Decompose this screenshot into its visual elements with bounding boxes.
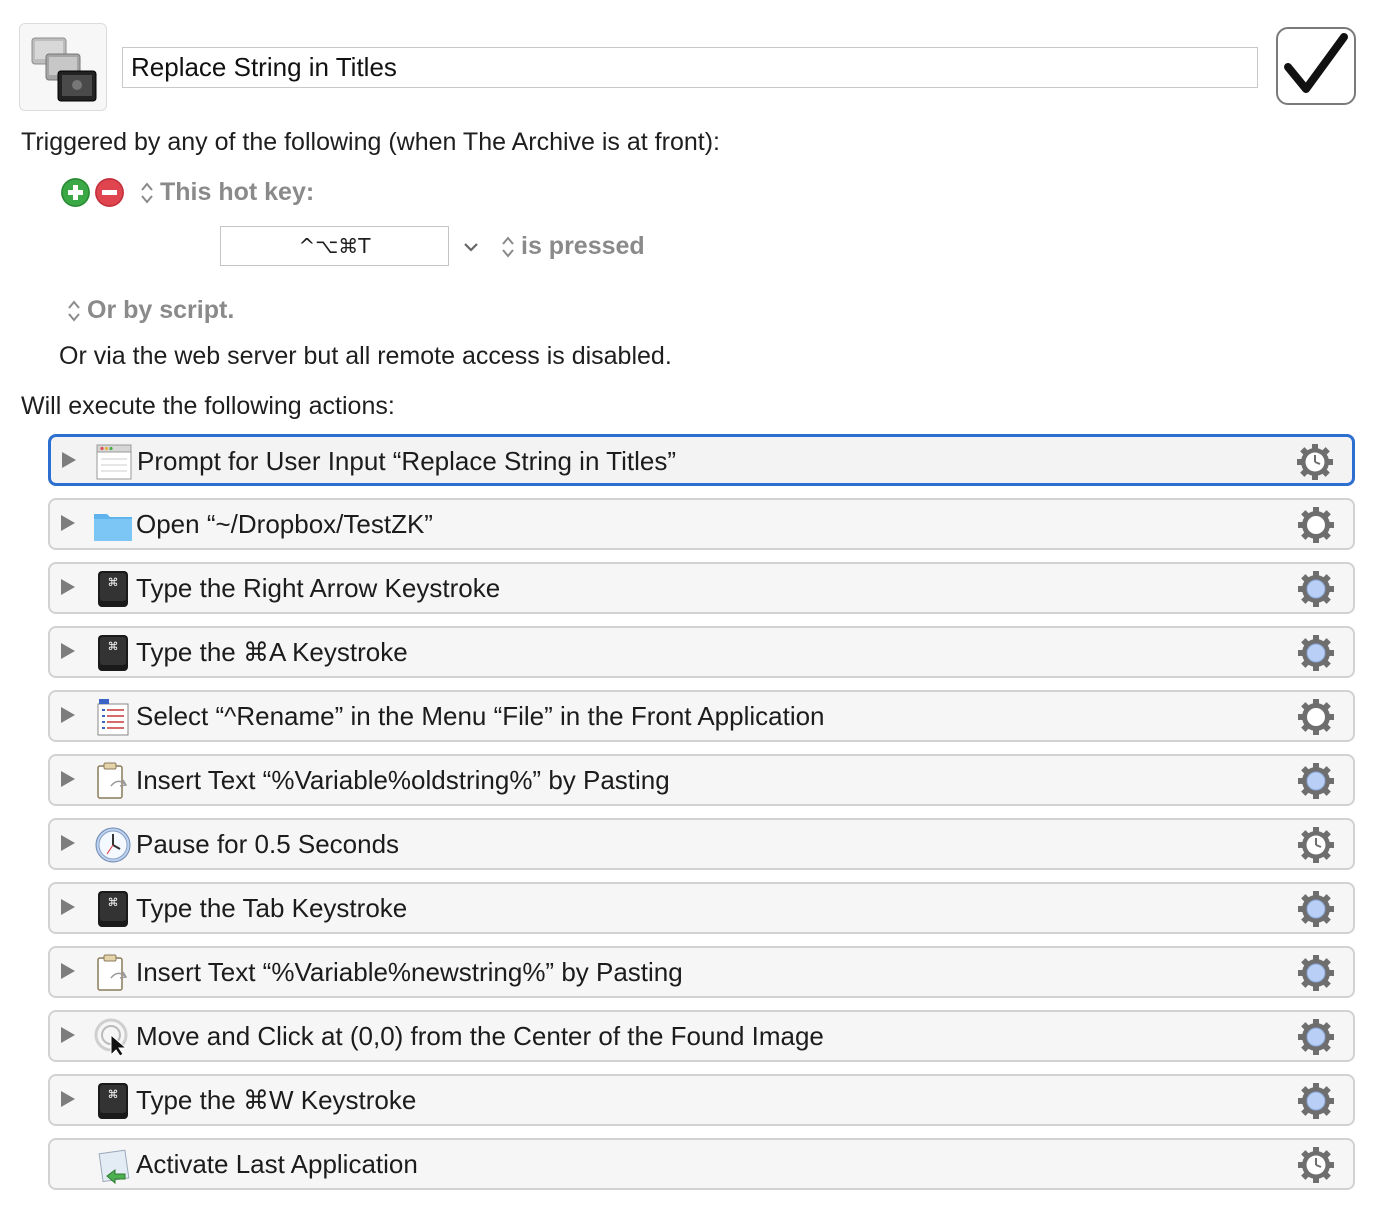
disclosure-triangle-icon[interactable] xyxy=(61,1091,75,1107)
gear-icon[interactable] xyxy=(1297,1018,1335,1056)
click-target-icon xyxy=(93,1018,133,1057)
window-icon xyxy=(94,443,134,481)
action-label: Type the ⌘A Keystroke xyxy=(136,637,408,667)
action-row[interactable]: ⌘ Type the Right Arrow Keystroke xyxy=(48,562,1355,614)
disclosure-triangle-icon[interactable] xyxy=(61,771,75,787)
disclosure-triangle-icon[interactable] xyxy=(61,515,75,531)
gear-icon[interactable] xyxy=(1297,634,1335,672)
folder-icon xyxy=(93,506,133,544)
action-row[interactable]: Prompt for User Input “Replace String in… xyxy=(48,434,1355,486)
action-row[interactable]: Move and Click at (0,0) from the Center … xyxy=(48,1010,1355,1062)
action-row[interactable]: Activate Last Application xyxy=(48,1138,1355,1190)
command-key-icon: ⌘ xyxy=(93,890,133,928)
action-label: Open “~/Dropbox/TestZK” xyxy=(136,509,433,539)
disclosure-triangle-icon[interactable] xyxy=(61,643,75,659)
action-label: Type the ⌘W Keystroke xyxy=(136,1085,417,1115)
action-row[interactable]: Insert Text “%Variable%oldstring%” by Pa… xyxy=(48,754,1355,806)
action-label: Type the Tab Keystroke xyxy=(136,893,408,923)
action-row[interactable]: ⌘ Type the ⌘W Keystroke xyxy=(48,1074,1355,1126)
hotkey-condition-label: is pressed xyxy=(521,232,645,260)
or-by-script-popup[interactable]: Or by script. xyxy=(67,296,234,325)
trigger-type-popup[interactable]: This hot key: xyxy=(140,178,314,207)
remove-trigger-button[interactable] xyxy=(95,178,124,207)
web-server-note: Or via the web server but all remote acc… xyxy=(59,342,672,370)
clipboard-icon xyxy=(93,762,133,800)
actions-heading: Will execute the following actions: xyxy=(21,392,395,420)
gear-icon[interactable] xyxy=(1297,506,1335,544)
enabled-checkbox[interactable] xyxy=(1276,27,1356,105)
action-label: Activate Last Application xyxy=(136,1149,418,1179)
or-by-script-label: Or by script. xyxy=(87,296,235,324)
action-label: Select “^Rename” in the Menu “File” in t… xyxy=(136,701,825,731)
svg-text:⌘: ⌘ xyxy=(108,640,119,653)
stepper-icon xyxy=(68,300,80,322)
minus-icon xyxy=(95,178,124,207)
action-label: Prompt for User Input “Replace String in… xyxy=(137,446,676,476)
macro-icon[interactable] xyxy=(19,23,107,111)
disclosure-triangle-icon[interactable] xyxy=(61,579,75,595)
macro-name-field[interactable]: Replace String in Titles xyxy=(122,47,1258,88)
clock-icon xyxy=(93,826,133,864)
action-label: Type the Right Arrow Keystroke xyxy=(136,573,501,603)
disclosure-triangle-icon[interactable] xyxy=(62,452,76,468)
hotkey-condition-popup[interactable]: is pressed xyxy=(501,232,645,261)
action-label: Pause for 0.5 Seconds xyxy=(136,829,400,859)
disclosure-triangle-icon[interactable] xyxy=(61,963,75,979)
action-row[interactable]: ⌘ Type the Tab Keystroke xyxy=(48,882,1355,934)
plus-icon xyxy=(61,178,90,207)
svg-text:⌘: ⌘ xyxy=(108,1088,119,1101)
clipboard-icon xyxy=(93,954,133,992)
action-row[interactable]: ⌘ Type the ⌘A Keystroke xyxy=(48,626,1355,678)
action-label: Insert Text “%Variable%oldstring%” by Pa… xyxy=(136,765,670,795)
hotkey-field[interactable]: ^⌥⌘T xyxy=(220,226,449,266)
gear-icon[interactable] xyxy=(1297,762,1335,800)
command-key-icon: ⌘ xyxy=(93,1082,133,1120)
svg-text:⌘: ⌘ xyxy=(108,896,119,909)
stepper-icon xyxy=(502,236,514,258)
triggers-heading: Triggered by any of the following (when … xyxy=(21,128,720,156)
disclosure-triangle-icon[interactable] xyxy=(61,899,75,915)
disclosure-triangle-icon[interactable] xyxy=(61,1027,75,1043)
checkmark-icon xyxy=(1284,33,1348,93)
stepper-icon xyxy=(141,182,153,204)
menu-list-icon xyxy=(93,698,133,736)
svg-text:⌘: ⌘ xyxy=(108,576,119,589)
add-trigger-button[interactable] xyxy=(61,178,90,207)
gear-icon[interactable] xyxy=(1297,570,1335,608)
disclosure-triangle-icon[interactable] xyxy=(61,835,75,851)
action-row[interactable]: Pause for 0.5 Seconds xyxy=(48,818,1355,870)
gear-icon[interactable] xyxy=(1297,826,1335,864)
gear-icon[interactable] xyxy=(1296,443,1334,481)
gear-icon[interactable] xyxy=(1297,954,1335,992)
action-label: Move and Click at (0,0) from the Center … xyxy=(136,1021,824,1051)
macro-group-icon xyxy=(31,37,97,102)
gear-icon[interactable] xyxy=(1297,698,1335,736)
gear-icon[interactable] xyxy=(1297,1082,1335,1120)
gear-icon[interactable] xyxy=(1297,890,1335,928)
action-row[interactable]: Open “~/Dropbox/TestZK” xyxy=(48,498,1355,550)
command-key-icon: ⌘ xyxy=(93,634,133,672)
chevron-down-icon[interactable] xyxy=(462,240,480,254)
action-label: Insert Text “%Variable%newstring%” by Pa… xyxy=(136,957,683,987)
gear-icon[interactable] xyxy=(1297,1146,1335,1184)
command-key-icon: ⌘ xyxy=(93,570,133,608)
action-row[interactable]: Select “^Rename” in the Menu “File” in t… xyxy=(48,690,1355,742)
disclosure-triangle-icon[interactable] xyxy=(61,707,75,723)
trigger-type-label: This hot key: xyxy=(160,178,315,206)
activate-app-icon xyxy=(93,1146,133,1185)
action-row[interactable]: Insert Text “%Variable%newstring%” by Pa… xyxy=(48,946,1355,998)
